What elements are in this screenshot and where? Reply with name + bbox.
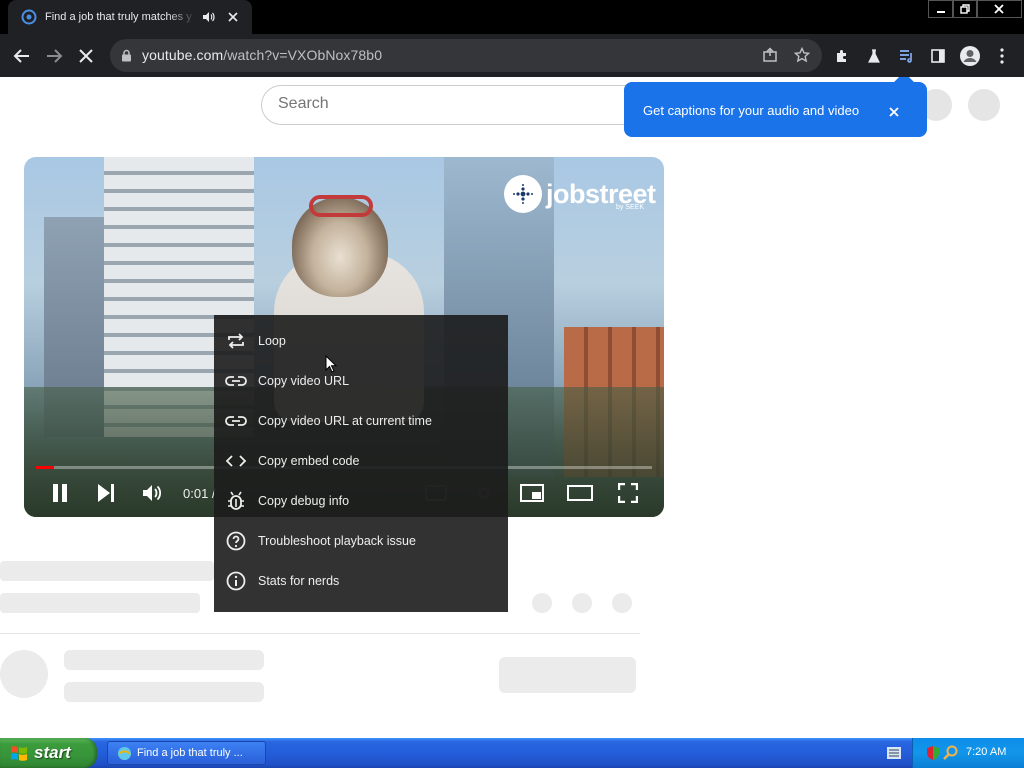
tab-strip: Find a job that truly matches y [0, 0, 1024, 34]
embed-code-icon [224, 449, 248, 473]
mouse-cursor-icon [325, 355, 337, 373]
live-caption-popup: Get captions for your audio and video [624, 82, 927, 137]
caption-popup-text: Get captions for your audio and video [643, 103, 860, 118]
menu-item-copy-video-url[interactable]: Copy video URL [214, 361, 508, 401]
miniplayer-button[interactable] [514, 475, 550, 511]
title-skeleton [0, 561, 214, 581]
address-bar[interactable]: youtube.com/watch?v=VXObNox78b0 [110, 39, 822, 72]
sloth-goggles [309, 195, 373, 217]
start-label: start [34, 743, 71, 762]
menu-item-troubleshoot-playback[interactable]: Troubleshoot playback issue [214, 521, 508, 561]
link-icon [224, 369, 248, 393]
windows-logo-icon [11, 746, 27, 761]
lock-icon[interactable] [121, 49, 132, 62]
account-avatar-placeholder [968, 89, 1000, 121]
browser-tab[interactable]: Find a job that truly matches y [8, 0, 252, 34]
menu-item-label: Copy video URL at current time [258, 414, 432, 428]
menu-item-copy-debug-info[interactable]: Copy debug info [214, 481, 508, 521]
theater-mode-button[interactable] [562, 475, 598, 511]
action-skeleton [612, 593, 632, 613]
search-tray-icon[interactable] [943, 745, 959, 761]
menu-item-label: Copy video URL [258, 374, 350, 388]
player-context-menu: Loop Copy video URL Copy video URL at cu… [214, 315, 508, 612]
volume-button[interactable] [134, 475, 170, 511]
channel-avatar-skeleton [0, 650, 48, 698]
title-skeleton [0, 593, 200, 613]
caption-popup-close-icon[interactable] [886, 104, 902, 120]
menu-item-label: Loop [258, 334, 286, 348]
fullscreen-button[interactable] [610, 475, 646, 511]
browser-app-icon [117, 746, 132, 760]
side-panel-icon[interactable] [926, 44, 950, 68]
back-arrow-icon[interactable] [10, 44, 34, 68]
extensions-puzzle-icon[interactable] [830, 44, 854, 68]
security-shield-icon[interactable] [925, 745, 941, 761]
bookmark-star-icon[interactable] [790, 43, 814, 67]
start-button[interactable]: start [0, 738, 97, 768]
tab-audio-icon[interactable] [201, 10, 215, 24]
action-skeleton [572, 593, 592, 613]
info-icon [224, 569, 248, 593]
media-controls-icon[interactable] [894, 44, 918, 68]
share-icon[interactable] [758, 43, 782, 67]
menu-item-label: Copy debug info [258, 494, 350, 508]
loop-icon [224, 329, 248, 353]
browser-toolbar: youtube.com/watch?v=VXObNox78b0 [0, 34, 1024, 77]
search-input[interactable] [278, 95, 618, 113]
forward-arrow-icon[interactable] [42, 44, 66, 68]
action-skeleton [532, 593, 552, 613]
search-box[interactable] [261, 85, 641, 125]
divider [0, 633, 640, 634]
profile-avatar-icon[interactable] [958, 44, 982, 68]
browser-menu-kebab-icon[interactable] [990, 44, 1014, 68]
tab-title: Find a job that truly matches y [45, 11, 192, 23]
taskbar-window-label: Find a job that truly ... [137, 747, 243, 759]
menu-item-copy-embed-code[interactable]: Copy embed code [214, 441, 508, 481]
progress-played [36, 466, 55, 469]
menu-item-label: Stats for nerds [258, 574, 340, 588]
windows-taskbar: start Find a job that truly ... 7:20 AM [0, 738, 1024, 768]
url-text[interactable]: youtube.com/watch?v=VXObNox78b0 [142, 47, 382, 63]
close-window-button[interactable] [976, 0, 1022, 18]
page-content: Get captions for your audio and video jo… [0, 77, 1024, 738]
bug-icon [224, 489, 248, 513]
brand-logo-subtext: by SEEK [616, 204, 645, 211]
subscribe-button-skeleton [499, 657, 636, 693]
menu-item-label: Troubleshoot playback issue [258, 534, 416, 548]
taskbar-window-item[interactable]: Find a job that truly ... [107, 741, 266, 765]
next-video-button[interactable] [88, 475, 124, 511]
help-icon [224, 529, 248, 553]
channel-name-skeleton [64, 650, 264, 670]
menu-item-label: Copy embed code [258, 454, 360, 468]
tab-favicon-icon [21, 9, 37, 25]
time-display: 0:01 / [183, 486, 216, 501]
labs-flask-icon[interactable] [862, 44, 886, 68]
tab-close-icon[interactable] [225, 9, 241, 25]
menu-item-loop[interactable]: Loop [214, 321, 508, 361]
menu-item-copy-url-current-time[interactable]: Copy video URL at current time [214, 401, 508, 441]
restore-window-button[interactable] [952, 0, 978, 18]
link-icon [224, 409, 248, 433]
pause-button[interactable] [42, 475, 78, 511]
menu-item-stats-for-nerds[interactable]: Stats for nerds [214, 561, 508, 601]
channel-subs-skeleton [64, 682, 264, 702]
minimize-window-button[interactable] [928, 0, 954, 18]
taskbar-clock: 7:20 AM [966, 746, 1007, 758]
keyboard-icon[interactable] [887, 747, 901, 759]
brand-logo-icon [504, 175, 542, 213]
stop-loading-icon[interactable] [74, 44, 98, 68]
